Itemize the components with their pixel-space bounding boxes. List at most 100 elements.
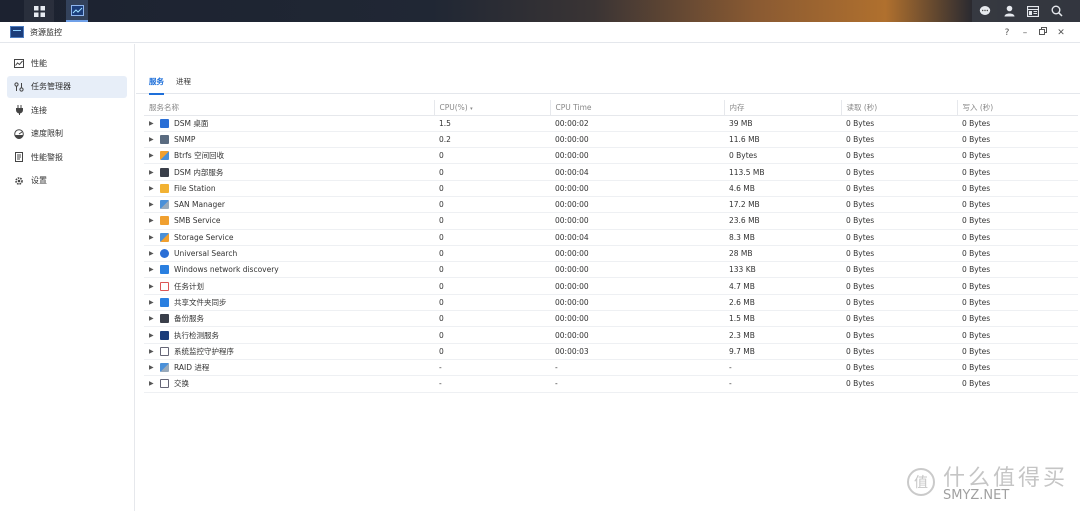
cell-write: 0 Bytes — [957, 375, 1078, 393]
cell-write: 0 Bytes — [957, 359, 1078, 377]
universal-search-icon — [160, 249, 169, 259]
widgets-button[interactable] — [1022, 0, 1044, 22]
expand-caret-icon[interactable]: ▶ — [149, 201, 157, 208]
sidebar-item-task-manager[interactable]: 任务管理器 — [7, 75, 127, 98]
user-button[interactable] — [998, 0, 1020, 22]
minimize-button[interactable]: – — [1016, 28, 1034, 38]
restore-icon — [1039, 27, 1047, 35]
watermark-logo: 值 — [906, 467, 935, 496]
sidebar-item-settings[interactable]: 设置 — [7, 170, 127, 192]
cell-service-name: ▶ DSM 桌面 — [144, 115, 434, 132]
service-name: SMB Service — [174, 216, 221, 226]
cell-service-name: ▶ File Station — [144, 180, 434, 197]
expand-caret-icon[interactable]: ▶ — [149, 332, 157, 339]
detection-service-icon — [160, 330, 169, 340]
expand-caret-icon[interactable]: ▶ — [149, 136, 157, 143]
service-name: SAN Manager — [174, 200, 225, 210]
expand-caret-icon[interactable]: ▶ — [149, 185, 157, 192]
cell-read: 0 Bytes — [841, 196, 957, 214]
table-row[interactable]: ▶ 任务计划 0 00:00:00 4.7 MB 0 Bytes 0 Bytes — [144, 277, 1078, 295]
table-row[interactable]: ▶ Windows network discovery 0 00:00:00 133 K… — [144, 261, 1078, 279]
main-menu-button[interactable] — [24, 0, 54, 22]
expand-caret-icon[interactable]: ▶ — [149, 217, 157, 224]
sidebar-item-performance-alerts[interactable]: 性能警报 — [7, 146, 127, 168]
cell-cpu: - — [434, 375, 550, 393]
restore-button[interactable] — [1034, 27, 1052, 38]
table-row[interactable]: ▶ DSM 内部服务 0 00:00:04 113.5 MB 0 Bytes 0 Bytes — [144, 163, 1078, 181]
raid-icon — [160, 363, 169, 373]
cell-cpu-time: 00:00:02 — [550, 115, 724, 132]
expand-caret-icon[interactable]: ▶ — [149, 380, 157, 387]
cell-read: 0 Bytes — [841, 229, 957, 246]
snmp-icon — [160, 134, 169, 144]
table-row[interactable]: ▶ RAID 进程 - - -0 Bytes 0 Bytes — [144, 359, 1078, 377]
search-button[interactable] — [1046, 0, 1068, 22]
tab-bar: 服务 进程 — [136, 44, 1080, 95]
table-row[interactable]: ▶ 执行检测服务 0 00:00:00 2.3 MB 0 Bytes 0 Bytes — [144, 326, 1078, 344]
expand-caret-icon[interactable]: ▶ — [149, 283, 157, 290]
cell-read: 0 Bytes — [841, 131, 957, 149]
expand-caret-icon[interactable]: ▶ — [149, 120, 157, 127]
expand-caret-icon[interactable]: ▶ — [149, 266, 157, 273]
cell-cpu-time: 00:00:00 — [550, 147, 724, 165]
expand-caret-icon[interactable]: ▶ — [149, 315, 157, 322]
cell-service-name: ▶ 备份服务 — [144, 310, 434, 328]
tab-processes[interactable]: 进程 — [176, 76, 191, 87]
service-name: 共享文件夹同步 — [174, 297, 227, 307]
expand-caret-icon[interactable]: ▶ — [149, 364, 157, 371]
file-station-icon — [160, 183, 169, 193]
cell-memory: 113.5 MB — [724, 163, 841, 181]
expand-caret-icon[interactable]: ▶ — [149, 348, 157, 355]
column-header-read[interactable]: 读取 (秒) — [840, 100, 957, 116]
cell-cpu-time: 00:00:00 — [550, 245, 724, 263]
cell-memory: - — [724, 359, 841, 377]
san-manager-icon — [160, 200, 169, 210]
tab-services[interactable]: 服务 — [149, 76, 164, 95]
shared-folder-sync-icon — [160, 297, 169, 307]
service-name: SNMP — [174, 134, 196, 144]
help-button[interactable]: ? — [998, 28, 1016, 38]
cell-service-name: ▶ 交换 — [144, 375, 434, 393]
cell-service-name: ▶ Universal Search — [144, 245, 434, 263]
table-row[interactable]: ▶ DSM 桌面 1.5 00:00:02 39 MB 0 Bytes 0 Bytes — [144, 115, 1078, 132]
sidebar-item-performance[interactable]: 性能 — [7, 52, 127, 74]
table-row[interactable]: ▶ Universal Search 0 00:00:00 28 MB 0 Bytes 0 … — [144, 245, 1078, 263]
table-row[interactable]: ▶ File Station 0 00:00:00 4.6 MB 0 Bytes 0 Byt… — [144, 180, 1078, 197]
expand-caret-icon[interactable]: ▶ — [149, 169, 157, 176]
column-header-service-name[interactable]: 服务名称 — [144, 100, 434, 116]
column-header-memory[interactable]: 内存 — [723, 100, 841, 116]
service-name: 执行检测服务 — [174, 330, 219, 340]
cell-cpu-time: 00:00:00 — [550, 326, 724, 344]
sidebar-item-connection[interactable]: 连接 — [7, 99, 127, 121]
sidebar-item-speed-limit[interactable]: 速度限制 — [7, 123, 127, 145]
expand-caret-icon[interactable]: ▶ — [149, 234, 157, 241]
table-row[interactable]: ▶ 系统监控守护程序 0 00:00:03 9.7 MB 0 Bytes 0 Bytes — [144, 343, 1078, 360]
table-row[interactable]: ▶ Storage Service 0 00:00:04 8.3 MB 0 Bytes 0 … — [144, 229, 1078, 246]
column-header-cpu-time[interactable]: CPU Time — [549, 100, 724, 116]
cell-service-name: ▶ 系统监控守护程序 — [144, 343, 434, 360]
grid-icon — [33, 5, 45, 17]
table-row[interactable]: ▶ SAN Manager 0 00:00:00 17.2 MB 0 Bytes 0 Byt… — [144, 196, 1078, 214]
cell-memory: 0 Bytes — [724, 147, 841, 165]
dsm-desktop-icon — [160, 118, 169, 128]
speed-gauge-icon — [14, 128, 24, 139]
taskbar-resource-monitor-button[interactable] — [66, 0, 88, 22]
expand-caret-icon[interactable]: ▶ — [149, 152, 157, 159]
expand-caret-icon[interactable]: ▶ — [149, 299, 157, 306]
table-row[interactable]: ▶ 交换 - - -0 Bytes 0 Bytes — [144, 375, 1078, 393]
table-row[interactable]: ▶ Btrfs 空间回收 0 00:00:00 0 Bytes 0 Bytes 0 Byte… — [144, 147, 1078, 165]
table-row[interactable]: ▶ 共享文件夹同步 0 00:00:00 2.6 MB 0 Bytes 0 Bytes — [144, 294, 1078, 312]
table-row[interactable]: ▶ SNMP 0.2 00:00:00 11.6 MB 0 Bytes 0 Bytes — [144, 131, 1078, 149]
widgets-icon — [1027, 5, 1039, 17]
column-header-write[interactable]: 写入 (秒) — [956, 100, 1078, 116]
close-button[interactable]: ✕ — [1052, 28, 1070, 38]
backup-service-icon — [160, 314, 169, 324]
service-name: Windows network discovery — [174, 265, 279, 275]
table-row[interactable]: ▶ SMB Service 0 00:00:00 23.6 MB 0 Bytes 0 Byt… — [144, 212, 1078, 230]
window-titlebar[interactable]: 资源监控 ? – ✕ — [0, 22, 1080, 43]
column-header-cpu[interactable]: CPU(%) ▾ — [433, 100, 550, 116]
notifications-button[interactable] — [974, 0, 996, 22]
table-row[interactable]: ▶ 备份服务 0 00:00:00 1.5 MB 0 Bytes 0 Bytes — [144, 310, 1078, 328]
expand-caret-icon[interactable]: ▶ — [149, 250, 157, 257]
network-discovery-icon — [160, 265, 169, 275]
